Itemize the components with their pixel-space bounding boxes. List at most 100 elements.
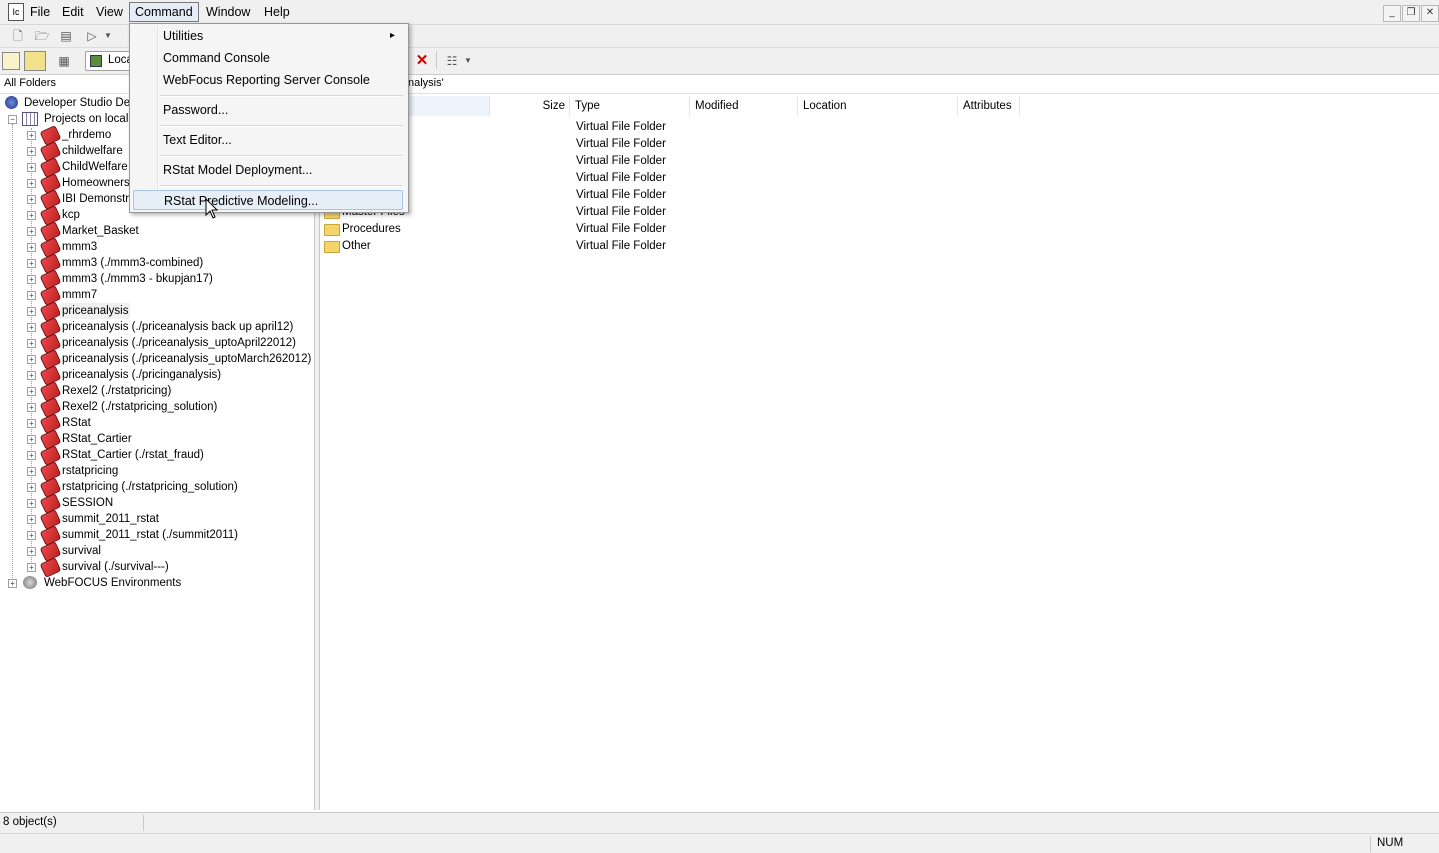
run-icon[interactable]: ▷ — [84, 28, 100, 44]
tree-project-label: Homeowners — [62, 177, 130, 189]
tree-project-item[interactable]: + mmm3 (./mmm3 - bkupjan17) — [0, 269, 300, 290]
tree-project-item[interactable]: + priceanalysis (./priceanalysis_uptoMarc… — [0, 349, 311, 370]
menu-view[interactable]: View — [91, 3, 128, 21]
app-icon[interactable]: Ic — [8, 3, 24, 21]
file-list-row[interactable]: Other Virtual File Folder — [318, 238, 1018, 255]
views-icon[interactable]: ☷ — [444, 53, 460, 69]
expand-icon[interactable]: + — [27, 467, 36, 476]
file-list-row[interactable]: Virtual File Folder — [318, 136, 1018, 153]
collapse-icon[interactable]: − — [8, 115, 17, 124]
tree-project-item[interactable]: + mmm3 — [0, 237, 300, 258]
properties-icon[interactable]: ▤ — [58, 28, 74, 44]
open-folder-icon[interactable]: 🗁 — [34, 28, 50, 44]
command-menu: Utilities ▸ Command Console WebFocus Rep… — [129, 23, 409, 213]
tree-project-item[interactable]: + rstatpricing (./rstatpricing_solution) — [0, 477, 300, 498]
expand-icon[interactable]: + — [27, 147, 36, 156]
expand-icon[interactable]: + — [27, 195, 36, 204]
expand-icon[interactable]: + — [27, 179, 36, 188]
expand-icon[interactable]: + — [27, 259, 36, 268]
tree-project-item[interactable]: + rstatpricing — [0, 461, 300, 482]
menu-help[interactable]: Help — [259, 3, 295, 21]
tree-project-item[interactable]: + mmm3 (./mmm3-combined) — [0, 253, 300, 274]
tree-project-item[interactable]: + Rexel2 (./rstatpricing) — [0, 381, 300, 402]
column-header-location[interactable]: Location — [798, 96, 958, 116]
file-list-row[interactable]: Master FilesVirtual File Folder — [318, 204, 1018, 221]
expand-icon[interactable]: + — [27, 275, 36, 284]
menu-file[interactable]: File — [25, 3, 55, 21]
expand-icon[interactable]: + — [27, 499, 36, 508]
tree-project-item[interactable]: + RStat_Cartier — [0, 429, 300, 450]
column-header-attributes[interactable]: Attributes — [958, 96, 1020, 116]
menu-item-rstat-model-deployment[interactable]: RStat Model Deployment... — [133, 160, 403, 180]
expand-icon[interactable]: + — [27, 339, 36, 348]
menu-item-utilities[interactable]: Utilities ▸ — [133, 26, 403, 46]
views-dropdown-icon[interactable]: ▼ — [460, 53, 476, 69]
location-combo[interactable]: Loca — [85, 51, 133, 71]
tree-project-item[interactable]: + RStat_Cartier (./rstat_fraud) — [0, 445, 300, 466]
expand-icon[interactable]: + — [27, 323, 36, 332]
expand-icon[interactable]: + — [27, 451, 36, 460]
menu-window[interactable]: Window — [201, 3, 255, 21]
menu-item-command-console[interactable]: Command Console — [133, 48, 403, 68]
expand-icon[interactable]: + — [27, 483, 36, 492]
folders-toggle-icon[interactable] — [24, 51, 46, 71]
expand-icon[interactable]: + — [27, 563, 36, 572]
minimize-icon[interactable]: _ — [1383, 5, 1401, 22]
expand-icon[interactable]: + — [27, 435, 36, 444]
file-list-row[interactable]: Virtual File Folder — [318, 187, 1018, 204]
menu-separator — [160, 125, 403, 127]
expand-icon[interactable]: + — [27, 531, 36, 540]
new-file-icon[interactable]: 🗋 — [10, 28, 26, 44]
run-dropdown-icon[interactable]: ▼ — [100, 28, 116, 44]
expand-icon[interactable]: + — [27, 211, 36, 220]
tree-project-item[interactable]: + Market_Basket — [0, 221, 300, 242]
num-lock-indicator: NUM — [1377, 837, 1404, 849]
tree-project-item[interactable]: + SESSION — [0, 493, 300, 514]
menu-item-text-editor[interactable]: Text Editor... — [133, 130, 403, 150]
menu-item-password[interactable]: Password... — [133, 100, 403, 120]
tree-project-item[interactable]: + priceanalysis (./priceanalysis back up … — [0, 317, 300, 338]
tree-project-item[interactable]: + priceanalysis (./priceanalysis_uptoApri… — [0, 333, 300, 354]
tree-project-item[interactable]: + summit_2011_rstat (./summit2011) — [0, 525, 300, 546]
column-header-type[interactable]: Type — [570, 96, 690, 116]
expand-icon[interactable]: + — [27, 419, 36, 428]
expand-icon[interactable]: + — [27, 227, 36, 236]
expand-icon[interactable]: + — [27, 355, 36, 364]
tree-project-item[interactable]: + summit_2011_rstat — [0, 509, 300, 530]
tree-project-item[interactable]: + mmm7 — [0, 285, 300, 306]
expand-icon[interactable]: + — [27, 131, 36, 140]
expand-icon[interactable]: + — [27, 515, 36, 524]
expand-icon[interactable]: + — [8, 579, 17, 588]
up-folder-icon[interactable] — [2, 52, 20, 70]
tree-project-item[interactable]: + Rexel2 (./rstatpricing_solution) — [0, 397, 300, 418]
expand-icon[interactable]: + — [27, 163, 36, 172]
expand-icon[interactable]: + — [27, 387, 36, 396]
tree-project-item[interactable]: + RStat — [0, 413, 300, 434]
explore-icon[interactable]: ▦ — [56, 53, 72, 69]
file-list-row[interactable]: Virtual File Folder — [318, 119, 1018, 136]
expand-icon[interactable]: + — [27, 291, 36, 300]
column-header-size[interactable]: Size — [490, 96, 570, 116]
expand-icon[interactable]: + — [27, 403, 36, 412]
tree-project-item[interactable]: + priceanalysis — [0, 301, 300, 322]
column-header-modified[interactable]: Modified — [690, 96, 798, 116]
tree-webfocus-environments[interactable]: + WebFOCUS Environments — [0, 575, 300, 591]
delete-icon[interactable]: ✕ — [414, 53, 430, 69]
menu-item-rstat-predictive-modeling[interactable]: RStat Predictive Modeling... — [133, 190, 403, 210]
expand-icon[interactable]: + — [27, 307, 36, 316]
expand-icon[interactable]: + — [27, 547, 36, 556]
expand-icon[interactable]: + — [27, 243, 36, 252]
menu-command[interactable]: Command — [129, 2, 199, 22]
tree-project-label: childwelfare — [62, 145, 123, 157]
file-list-row[interactable]: Virtual File Folder — [318, 153, 1018, 170]
file-list-row[interactable]: sVirtual File Folder — [318, 170, 1018, 187]
file-list-row[interactable]: Procedures Virtual File Folder — [318, 221, 1018, 238]
tree-project-item[interactable]: + priceanalysis (./pricinganalysis) — [0, 365, 300, 386]
restore-icon[interactable]: ❐ — [1402, 5, 1420, 22]
menu-edit[interactable]: Edit — [57, 3, 89, 21]
tree-project-item[interactable]: + survival — [0, 541, 300, 562]
expand-icon[interactable]: + — [27, 371, 36, 380]
menu-item-reporting-server-console[interactable]: WebFocus Reporting Server Console — [133, 70, 403, 90]
tree-project-item[interactable]: + survival (./survival---) — [0, 557, 300, 578]
close-icon[interactable]: ✕ — [1421, 5, 1439, 22]
